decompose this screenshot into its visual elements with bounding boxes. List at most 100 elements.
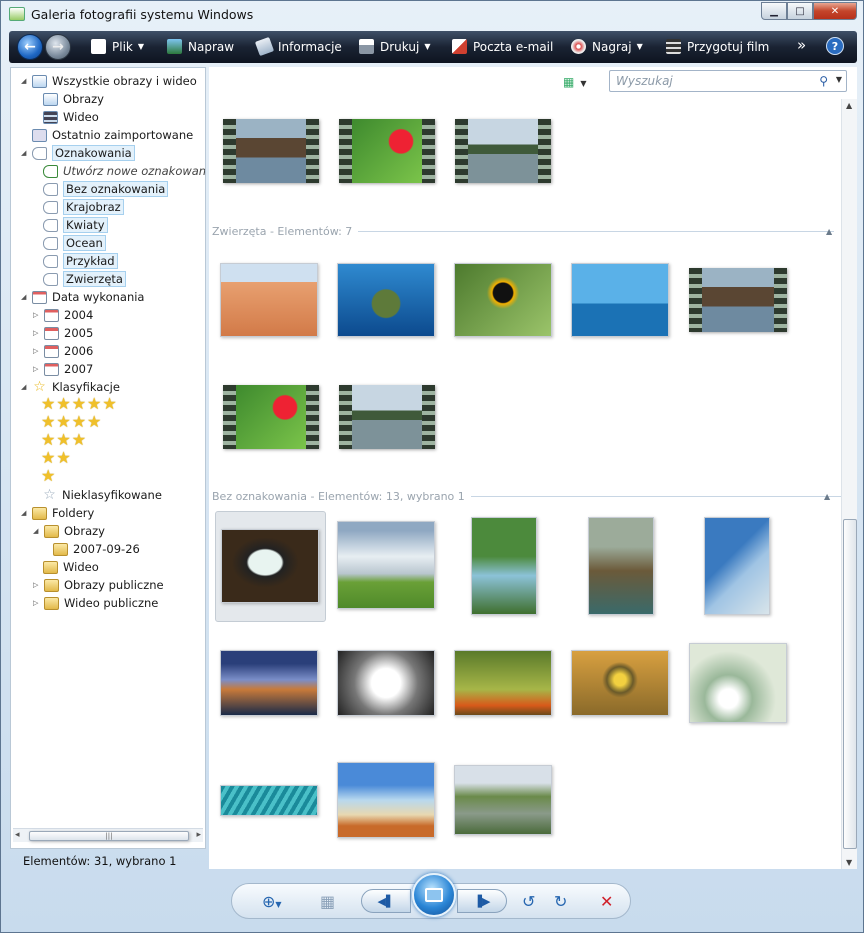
search-box[interactable]: Wyszukaj ⚲ ▼ — [609, 70, 847, 92]
tree-item-tag[interactable]: Ocean — [43, 234, 106, 252]
photo-thumbnail[interactable] — [471, 517, 537, 615]
tree-item-unrated-label: Nieklasyfikowane — [62, 488, 162, 502]
video-thumbnail[interactable] — [689, 268, 787, 332]
photo-thumbnail[interactable] — [220, 650, 318, 716]
tree-item-video[interactable]: Wideo — [43, 108, 99, 126]
photo-thumbnail[interactable] — [337, 521, 435, 609]
tree-item-tag[interactable]: Przykład — [43, 252, 118, 270]
tree-item-new-tag[interactable]: Utwórz nowe oznakowanie — [43, 162, 206, 180]
tree-item-unrated[interactable]: ☆ Nieklasyfikowane — [42, 486, 162, 504]
tree-item-year[interactable]: ▷ 2005 — [33, 324, 93, 342]
tree-item-folder-video[interactable]: Wideo — [43, 558, 99, 576]
tree-item-no-tag[interactable]: Bez oznakowania — [43, 180, 169, 198]
video-thumbnail[interactable] — [339, 385, 435, 449]
tree-item-date[interactable]: ◢ Data wykonania — [21, 288, 144, 306]
tree-item-tags[interactable]: ◢ Oznakowania — [21, 144, 135, 162]
photo-thumbnail[interactable] — [337, 263, 435, 337]
tree-item-all[interactable]: ◢ Wszystkie obrazy i wideo — [21, 72, 197, 90]
photo-thumbnail[interactable] — [337, 650, 435, 716]
photo-thumbnail[interactable] — [704, 517, 770, 615]
tree-item-public-video[interactable]: ▷ Wideo publiczne — [33, 594, 158, 612]
photo-thumbnail[interactable] — [571, 650, 669, 716]
app-window: Galeria fotografii systemu Windows ▁ □ ✕… — [0, 0, 864, 933]
video-thumbnail[interactable] — [223, 385, 319, 449]
previous-icon: ◀▌ — [377, 894, 395, 908]
video-thumbnail[interactable] — [223, 119, 319, 183]
tree-item-year[interactable]: ▷ 2007 — [33, 360, 93, 378]
next-button[interactable]: ▐▶ — [457, 889, 507, 913]
scroll-left-arrow-icon[interactable]: ◂ — [15, 830, 20, 840]
photo-thumbnail[interactable] — [220, 785, 318, 816]
minimize-button[interactable]: ▁ — [761, 2, 787, 20]
tree-item-images[interactable]: Obrazy — [43, 90, 104, 108]
forward-button[interactable]: → — [45, 34, 71, 60]
tree-item-folders[interactable]: ◢ Foldery — [21, 504, 94, 522]
previous-button[interactable]: ◀▌ — [361, 889, 411, 913]
slideshow-button[interactable] — [412, 873, 456, 917]
scroll-down-arrow-icon[interactable]: ▼ — [846, 858, 852, 867]
photo-thumbnail-selected[interactable] — [221, 529, 319, 603]
tree-item-tag[interactable]: Zwierzęta — [43, 270, 126, 288]
toolbar-fix-button[interactable]: Napraw — [167, 39, 234, 54]
app-icon — [9, 7, 25, 21]
scroll-right-arrow-icon[interactable]: ▸ — [196, 830, 201, 840]
vertical-scrollbar[interactable]: ▲ ▼ — [841, 99, 857, 869]
group-header-animals[interactable]: Zwierzęta - Elementów: 7 ▲ — [212, 225, 835, 238]
rating-1-star-icon[interactable]: ★ — [41, 466, 56, 485]
search-dropdown-icon[interactable]: ▼ — [836, 75, 842, 84]
back-button[interactable]: ← — [17, 34, 43, 60]
image-icon — [43, 92, 58, 106]
tree-item-year[interactable]: ▷ 2004 — [33, 306, 93, 324]
tree-item-year[interactable]: ▷ 2006 — [33, 342, 93, 360]
scroll-thumb[interactable]: ||| — [29, 831, 189, 841]
rotate-counterclockwise-icon[interactable]: ↺ — [522, 892, 535, 911]
photo-thumbnail[interactable] — [454, 765, 552, 835]
toolbar-email-button[interactable]: Poczta e-mail — [452, 39, 553, 54]
toolbar-file-menu[interactable]: Plik ▼ — [91, 39, 144, 54]
search-icon[interactable]: ⚲ — [819, 74, 828, 88]
tree-item-folder-date[interactable]: 2007-09-26 — [53, 540, 140, 558]
maximize-button[interactable]: □ — [787, 2, 813, 20]
delete-icon[interactable]: ✕ — [600, 892, 613, 911]
photo-thumbnail[interactable] — [337, 762, 435, 838]
rating-2-stars-icon[interactable]: ★★ — [41, 448, 72, 467]
rating-4-stars-icon[interactable]: ★★★★ — [41, 412, 102, 431]
photo-thumbnail[interactable] — [689, 643, 787, 723]
photo-thumbnail[interactable] — [454, 650, 552, 716]
tree-item-tags-label: Oznakowania — [52, 145, 135, 161]
photo-thumbnail[interactable] — [454, 263, 552, 337]
tree-item-new-tag-label: Utwórz nowe oznakowanie — [63, 164, 206, 178]
help-icon[interactable]: ? — [826, 37, 844, 55]
photo-thumbnail[interactable] — [571, 263, 669, 337]
toolbar-email-label: Poczta e-mail — [473, 39, 554, 54]
close-window-button[interactable]: ✕ — [813, 2, 857, 20]
scroll-up-arrow-icon[interactable]: ▲ — [846, 101, 852, 110]
video-thumbnail[interactable] — [455, 119, 551, 183]
more-chevron-icon[interactable]: » — [797, 36, 806, 54]
photo-thumbnail[interactable] — [220, 263, 318, 337]
horizontal-scrollbar[interactable]: ◂ ||| ▸ — [13, 828, 203, 842]
tree-item-public-images[interactable]: ▷ Obrazy publiczne — [33, 576, 164, 594]
tree-item-tag[interactable]: Kwiaty — [43, 216, 108, 234]
toolbar: ← → Plik ▼ Napraw Informacje Drukuj ▼ Pocz… — [9, 31, 857, 63]
toolbar-burn-menu[interactable]: Nagraj ▼ — [571, 39, 643, 54]
rotate-clockwise-icon[interactable]: ↻ — [554, 892, 567, 911]
tree-item-folder-images[interactable]: ◢ Obrazy — [33, 522, 105, 540]
video-thumbnail[interactable] — [339, 119, 435, 183]
tree-item-tag-label: Krajobraz — [63, 199, 124, 215]
tree-item-tag[interactable]: Krajobraz — [43, 198, 124, 216]
toolbar-info-button[interactable]: Informacje — [254, 36, 342, 57]
rating-5-stars-icon[interactable]: ★★★★★ — [41, 394, 118, 413]
toolbar-print-menu[interactable]: Drukuj ▼ — [359, 39, 430, 54]
view-options-button[interactable]: ▦ ▼ — [563, 75, 587, 89]
group-header-untagged[interactable]: Bez oznakowania - Elementów: 13, wybrano… — [212, 490, 841, 503]
tree-item-recent[interactable]: Ostatnio zaimportowane — [32, 126, 193, 144]
rating-3-stars-icon[interactable]: ★★★ — [41, 430, 87, 449]
toolbar-movie-button[interactable]: Przygotuj film — [666, 39, 769, 54]
collapse-arrow-icon[interactable]: ▲ — [824, 492, 830, 501]
zoom-icon[interactable]: ⊕▼ — [262, 892, 282, 911]
actual-size-icon[interactable]: ▦ — [320, 892, 335, 911]
scroll-thumb[interactable] — [843, 519, 857, 849]
photo-thumbnail[interactable] — [588, 517, 654, 615]
collapse-arrow-icon[interactable]: ▲ — [826, 227, 832, 236]
